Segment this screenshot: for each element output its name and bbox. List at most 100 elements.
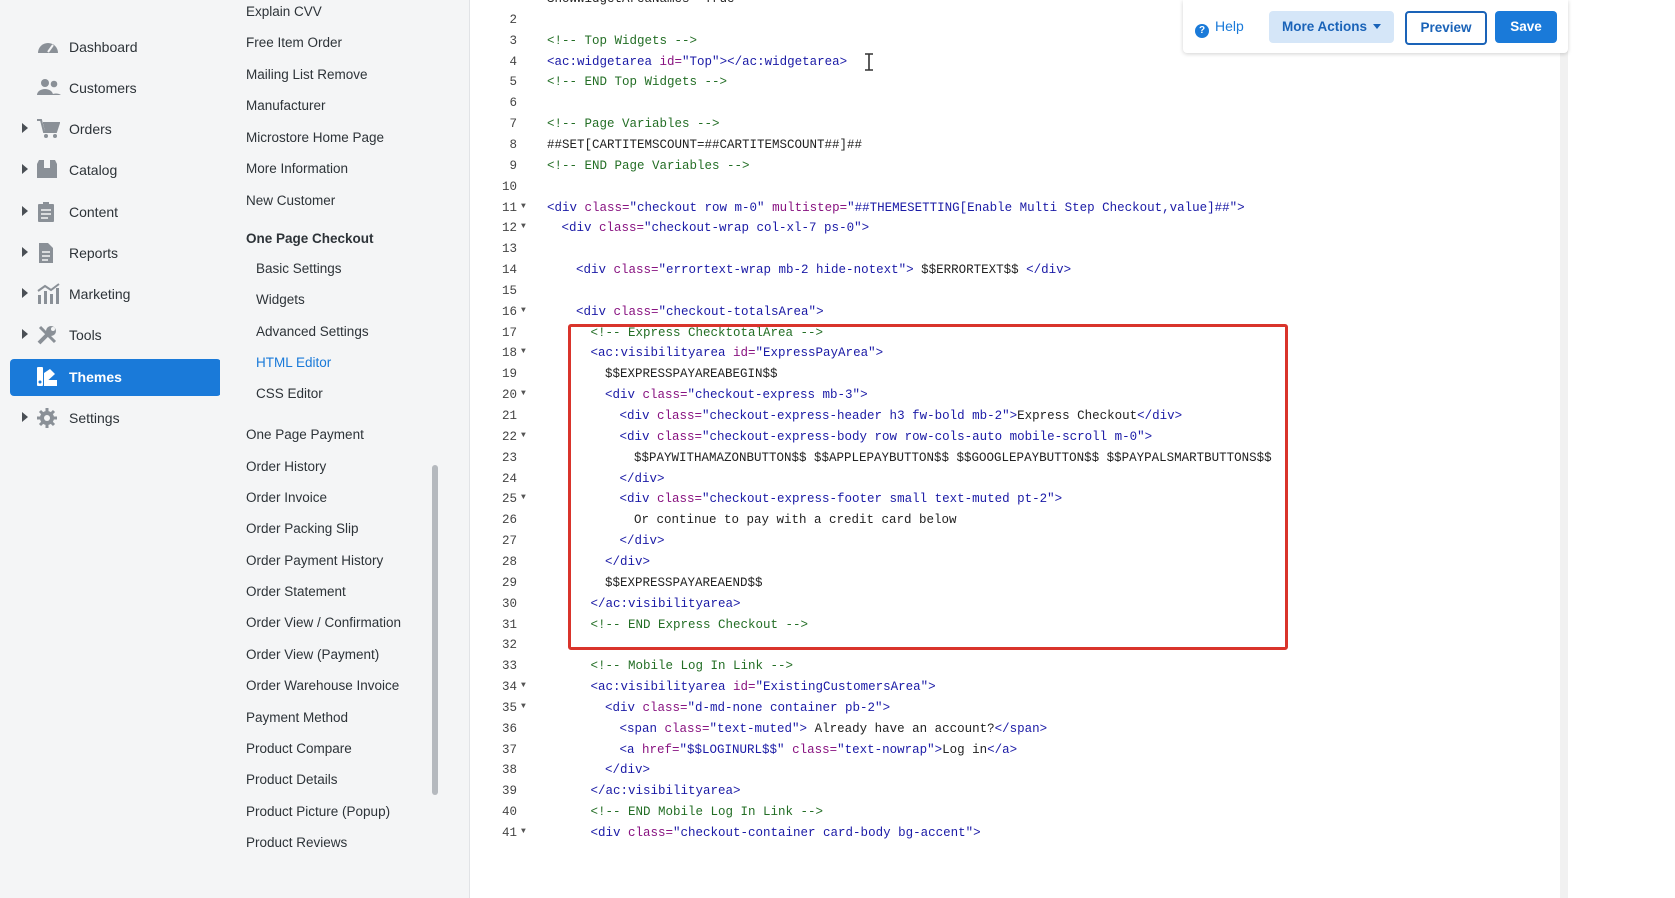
page-link-html-editor[interactable]: HTML Editor — [256, 355, 331, 370]
code-token: "checkout-express-footer small text-mute… — [702, 492, 1055, 507]
code-line[interactable]: 33 <!-- Mobile Log In Link --> — [470, 659, 1570, 680]
code-line[interactable]: 29 $$EXPRESSPAYAREAEND$$ — [470, 576, 1570, 597]
fold-toggle-icon[interactable]: ▼ — [521, 347, 526, 356]
code-line[interactable]: 11 ▼ <div class="checkout row m-0" multist… — [470, 201, 1570, 222]
fold-toggle-icon[interactable]: ▼ — [521, 431, 526, 440]
code-line[interactable]: 24 </div> — [470, 472, 1570, 493]
fold-toggle-icon[interactable]: ▼ — [521, 222, 526, 231]
preview-button[interactable]: Preview — [1405, 11, 1487, 45]
code-line[interactable]: 38 </div> — [470, 763, 1570, 784]
code-line[interactable]: 26 Or continue to pay with a credit card … — [470, 513, 1570, 534]
page-link-order-view-payment[interactable]: Order View (Payment) — [246, 647, 379, 662]
page-link-order-warehouse-invoice[interactable]: Order Warehouse Invoice — [246, 678, 399, 693]
code-line[interactable]: 15 — [470, 284, 1570, 305]
nav-item-orders[interactable]: Orders — [10, 111, 221, 148]
fold-toggle-icon[interactable]: ▼ — [521, 202, 526, 211]
more-actions-button[interactable]: More Actions — [1269, 11, 1394, 43]
html-code-editor[interactable]: ShowWidgetAreaNames="True"23<!-- Top Wid… — [470, 0, 1675, 898]
nav-item-customers[interactable]: Customers — [10, 70, 221, 107]
editor-scrollbar[interactable] — [1560, 0, 1568, 898]
code-line[interactable]: 4 <ac:widgetarea id="Top"></ac:widgetarea… — [470, 55, 1570, 76]
code-line[interactable]: 13 — [470, 242, 1570, 263]
expand-caret-icon[interactable] — [22, 247, 28, 257]
code-line[interactable]: 22 ▼ <div class="checkout-express-body row… — [470, 430, 1570, 451]
code-line[interactable]: 14 <div class="errortext-wrap mb-2 hide-n… — [470, 263, 1570, 284]
code-line[interactable]: 21 <div class="checkout-express-header h3… — [470, 409, 1570, 430]
code-line[interactable]: 16 ▼ <div class="checkout-totalsArea"> — [470, 305, 1570, 326]
page-link-basic-settings[interactable]: Basic Settings — [256, 261, 342, 276]
code-line[interactable]: 28 </div> — [470, 555, 1570, 576]
page-link-one-page-payment[interactable]: One Page Payment — [246, 427, 364, 442]
nav-item-tools[interactable]: Tools — [10, 317, 221, 354]
code-line[interactable]: 36 <span class="text-muted"> Already have… — [470, 722, 1570, 743]
page-link-more-information[interactable]: More Information — [246, 161, 348, 176]
code-line[interactable]: 6 — [470, 96, 1570, 117]
code-line[interactable]: 25 ▼ <div class="checkout-express-footer s… — [470, 492, 1570, 513]
code-line[interactable]: 37 <a href="$$LOGINURL$$" class="text-now… — [470, 743, 1570, 764]
page-link-manufacturer[interactable]: Manufacturer — [246, 98, 326, 113]
code-line[interactable]: 12 ▼ <div class="checkout-wrap col-xl-7 ps… — [470, 221, 1570, 242]
code-line[interactable]: 35 ▼ <div class="d-md-none container pb-2"… — [470, 701, 1570, 722]
expand-caret-icon[interactable] — [22, 206, 28, 216]
code-line[interactable]: 19 $$EXPRESSPAYAREABEGIN$$ — [470, 367, 1570, 388]
code-line[interactable]: 40 <!-- END Mobile Log In Link --> — [470, 805, 1570, 826]
nav-item-reports[interactable]: Reports — [10, 235, 221, 272]
page-link-product-picture-popup[interactable]: Product Picture (Popup) — [246, 804, 390, 819]
code-line[interactable]: 30 </ac:visibilityarea> — [470, 597, 1570, 618]
page-link-payment-method[interactable]: Payment Method — [246, 710, 348, 725]
code-line[interactable]: 32 — [470, 638, 1570, 659]
code-line[interactable]: 31 <!-- END Express Checkout --> — [470, 618, 1570, 639]
fold-toggle-icon[interactable]: ▼ — [521, 306, 526, 315]
fold-toggle-icon[interactable]: ▼ — [521, 681, 526, 690]
page-link-one-page-checkout[interactable]: One Page Checkout — [246, 231, 374, 246]
page-link-advanced-settings[interactable]: Advanced Settings — [256, 324, 369, 339]
page-link-mailing-list-remove[interactable]: Mailing List Remove — [246, 67, 368, 82]
help-button[interactable]: ? Help — [1195, 18, 1244, 38]
code-line[interactable]: 17 <!-- Express ChecktotalArea --> — [470, 326, 1570, 347]
fold-toggle-icon[interactable]: ▼ — [521, 827, 526, 836]
expand-caret-icon[interactable] — [22, 288, 28, 298]
page-link-order-statement[interactable]: Order Statement — [246, 584, 346, 599]
fold-toggle-icon[interactable]: ▼ — [521, 493, 526, 502]
code-line[interactable]: 27 </div> — [470, 534, 1570, 555]
code-line[interactable]: 5 <!-- END Top Widgets --> — [470, 75, 1570, 96]
page-link-product-reviews[interactable]: Product Reviews — [246, 835, 347, 850]
nav-item-settings[interactable]: Settings — [10, 400, 221, 437]
save-button[interactable]: Save — [1495, 11, 1557, 43]
code-line[interactable]: 8 ##SET[CARTITEMSCOUNT=##CARTITEMSCOUNT##… — [470, 138, 1570, 159]
fold-toggle-icon[interactable]: ▼ — [521, 389, 526, 398]
page-link-order-history[interactable]: Order History — [246, 459, 326, 474]
code-line[interactable]: 39 </ac:visibilityarea> — [470, 784, 1570, 805]
page-link-microstore-home-page[interactable]: Microstore Home Page — [246, 130, 384, 145]
code-line[interactable]: 18 ▼ <ac:visibilityarea id="ExpressPayArea… — [470, 346, 1570, 367]
code-line[interactable]: 23 $$PAYWITHAMAZONBUTTON$$ $$APPLEPAYBUTT… — [470, 451, 1570, 472]
expand-caret-icon[interactable] — [22, 329, 28, 339]
page-link-widgets[interactable]: Widgets — [256, 292, 305, 307]
nav-item-themes[interactable]: Themes — [10, 359, 221, 396]
page-link-product-details[interactable]: Product Details — [246, 772, 338, 787]
code-line[interactable]: 7 <!-- Page Variables --> — [470, 117, 1570, 138]
page-list-scrollbar[interactable] — [432, 465, 438, 795]
page-link-order-payment-history[interactable]: Order Payment History — [246, 553, 383, 568]
code-line[interactable]: 20 ▼ <div class="checkout-express mb-3"> — [470, 388, 1570, 409]
code-line[interactable]: 10 — [470, 180, 1570, 201]
page-link-free-item-order[interactable]: Free Item Order — [246, 35, 342, 50]
fold-toggle-icon[interactable]: ▼ — [521, 702, 526, 711]
page-link-explain-cvv[interactable]: Explain CVV — [246, 4, 322, 19]
page-link-product-compare[interactable]: Product Compare — [246, 741, 352, 756]
page-link-new-customer[interactable]: New Customer — [246, 193, 335, 208]
page-link-css-editor[interactable]: CSS Editor — [256, 386, 323, 401]
page-link-order-packing-slip[interactable]: Order Packing Slip — [246, 521, 359, 536]
expand-caret-icon[interactable] — [22, 412, 28, 422]
code-line[interactable]: 41 ▼ <div class="checkout-container card-b… — [470, 826, 1570, 847]
nav-item-content[interactable]: Content — [10, 194, 221, 231]
expand-caret-icon[interactable] — [22, 123, 28, 133]
nav-item-marketing[interactable]: Marketing — [10, 276, 221, 313]
code-line[interactable]: 9 <!-- END Page Variables --> — [470, 159, 1570, 180]
expand-caret-icon[interactable] — [22, 164, 28, 174]
page-link-order-invoice[interactable]: Order Invoice — [246, 490, 327, 505]
code-line[interactable]: 34 ▼ <ac:visibilityarea id="ExistingCustom… — [470, 680, 1570, 701]
page-link-order-view-confirmation[interactable]: Order View / Confirmation — [246, 615, 401, 630]
nav-item-dashboard[interactable]: Dashboard — [10, 29, 221, 66]
nav-item-catalog[interactable]: Catalog — [10, 152, 221, 189]
